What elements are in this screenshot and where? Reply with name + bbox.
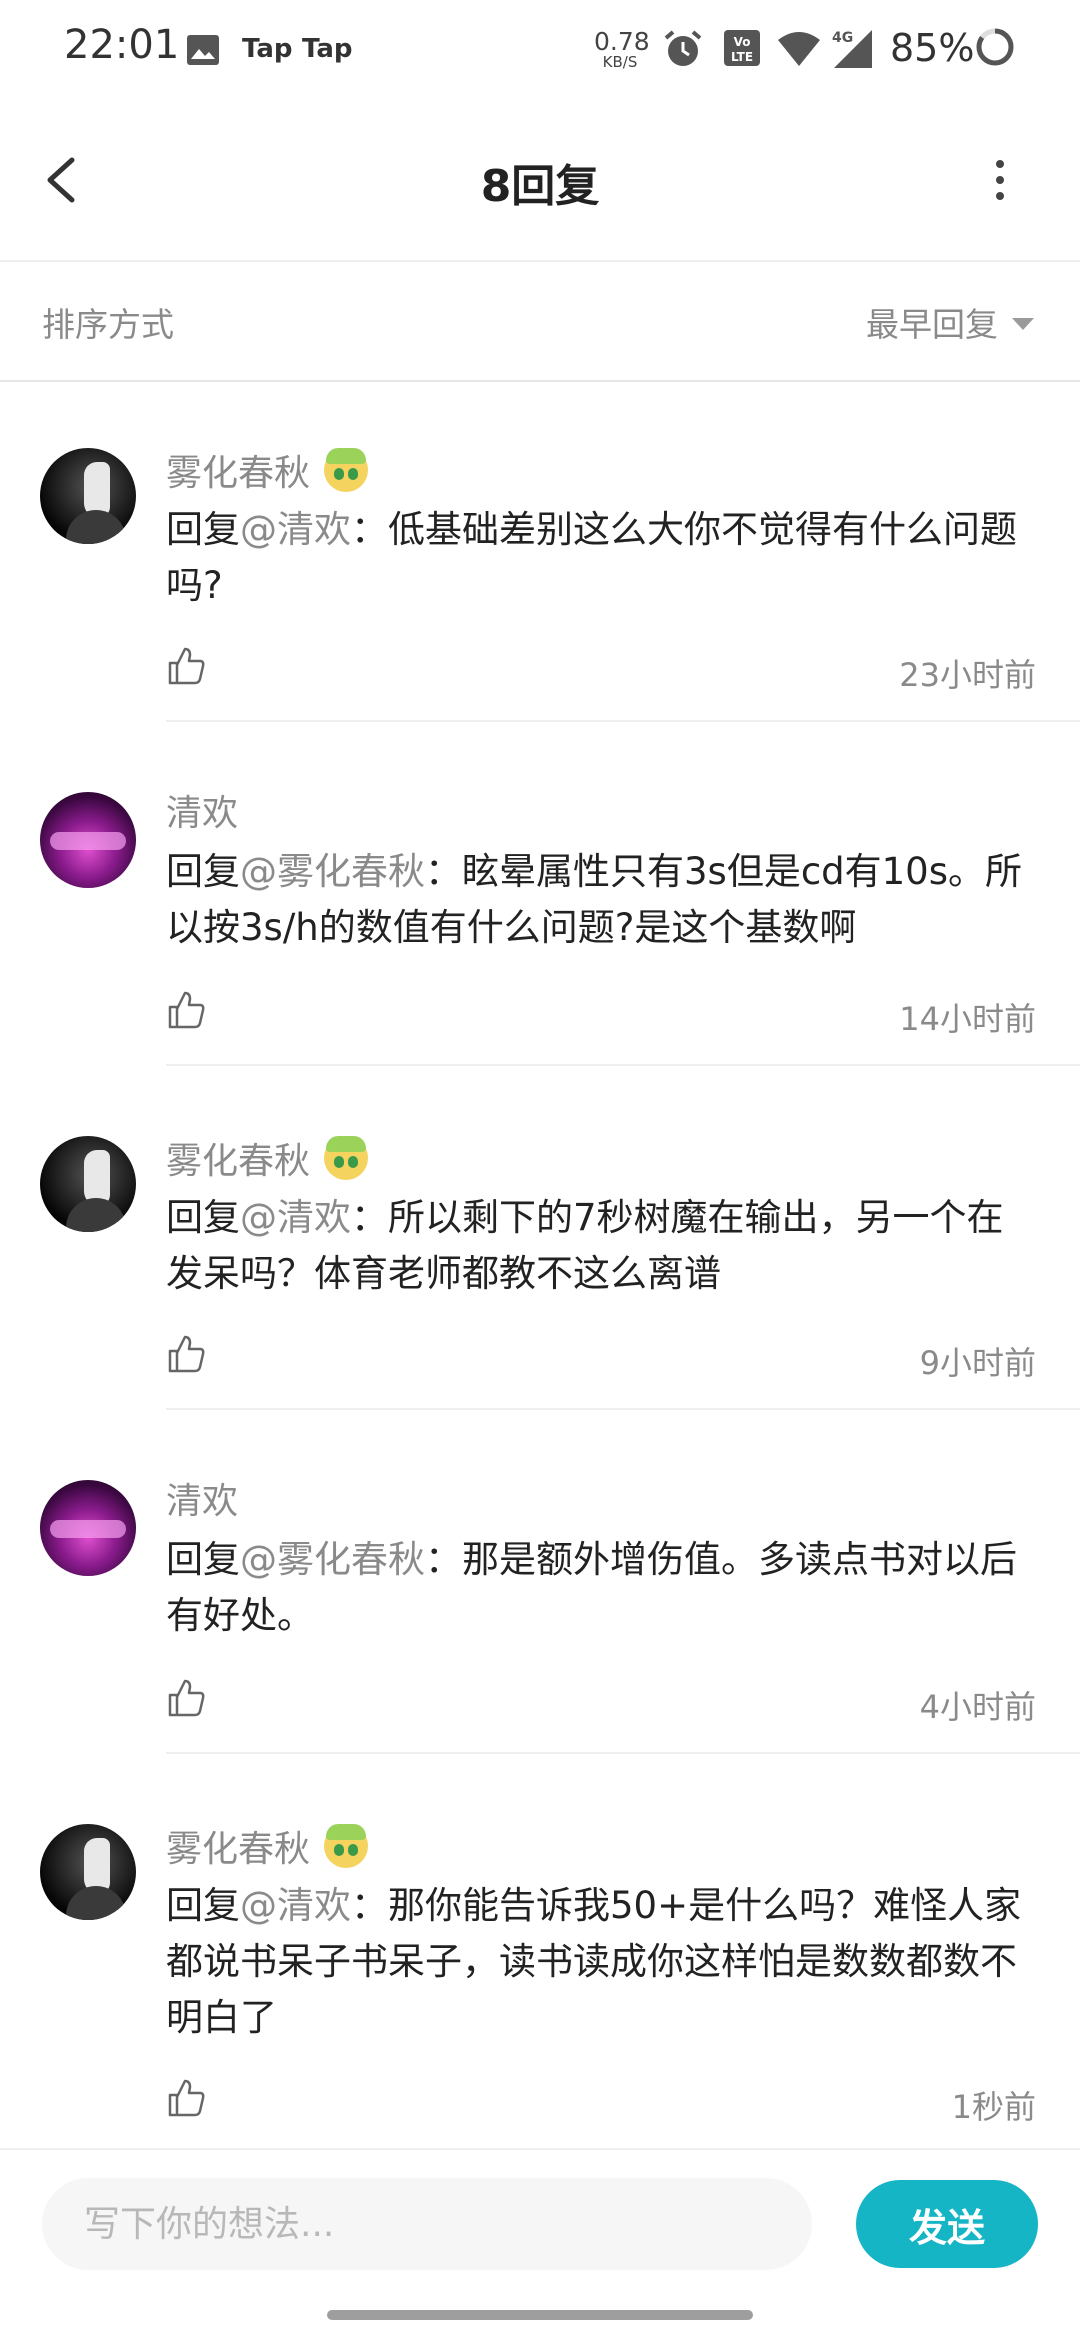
comment-composer: 发送 bbox=[0, 2148, 1080, 2300]
gallery-icon bbox=[187, 35, 219, 65]
sort-bar: 排序方式 最早回复 bbox=[0, 262, 1080, 382]
mention-link[interactable]: @雾化春秋 bbox=[240, 850, 425, 893]
mention-link[interactable]: @清欢 bbox=[240, 1196, 351, 1239]
sort-order-dropdown[interactable]: 最早回复 bbox=[866, 298, 1034, 346]
thumbs-up-icon[interactable] bbox=[166, 1334, 206, 1374]
home-indicator[interactable] bbox=[327, 2310, 753, 2320]
reply-text: 回复@雾化春秋：那是额外增伤值。多读点书对以后有好处。 bbox=[166, 1538, 1017, 1637]
user-badge-icon bbox=[324, 1824, 369, 1868]
taptap-notification-icon-2: Tap bbox=[302, 34, 353, 64]
alarm-icon bbox=[664, 30, 702, 66]
mention-link[interactable]: @清欢 bbox=[240, 1884, 351, 1927]
author-name[interactable]: 雾化春秋 bbox=[166, 1132, 369, 1184]
chevron-down-icon bbox=[1012, 318, 1034, 330]
divider bbox=[166, 1064, 1080, 1066]
sort-label: 排序方式 bbox=[42, 305, 174, 344]
thumbs-up-icon[interactable] bbox=[166, 1678, 206, 1718]
svg-text:LTE: LTE bbox=[731, 50, 753, 64]
reply-text: 回复@雾化春秋：眩晕属性只有3s但是cd有10s。所以按3s/h的数值有什么问题… bbox=[166, 850, 1023, 949]
author-name[interactable]: 雾化春秋 bbox=[166, 1820, 369, 1872]
top-app-bar: 8回复 bbox=[0, 100, 1080, 262]
avatar[interactable] bbox=[40, 1480, 136, 1576]
reply-timestamp: 1秒前 bbox=[951, 2088, 1036, 2126]
avatar[interactable] bbox=[40, 1136, 136, 1232]
reply-timestamp: 9小时前 bbox=[919, 1344, 1036, 1382]
thumbs-up-icon[interactable] bbox=[166, 2078, 206, 2118]
divider bbox=[166, 1752, 1080, 1754]
reply-text: 回复@清欢：所以剩下的7秒树魔在输出，另一个在发呆吗？体育老师都教不这么离谱 bbox=[166, 1196, 1004, 1295]
mention-link[interactable]: @雾化春秋 bbox=[240, 1538, 425, 1581]
reply-text: 回复@清欢：低基础差别这么大你不觉得有什么问题吗? bbox=[166, 508, 1017, 607]
cellular-signal-icon: 4G bbox=[832, 30, 872, 68]
mention-link[interactable]: @清欢 bbox=[240, 508, 351, 551]
thumbs-up-icon[interactable] bbox=[166, 646, 206, 686]
reply-timestamp: 14小时前 bbox=[899, 1000, 1036, 1038]
send-button[interactable]: 发送 bbox=[856, 2180, 1038, 2268]
status-bar: 22:01 Tap Tap 0.78 KB/S Vo LTE 4G 85% bbox=[0, 0, 1080, 100]
author-name[interactable]: 清欢 bbox=[166, 784, 238, 836]
divider bbox=[166, 1408, 1080, 1410]
comment-input[interactable] bbox=[42, 2178, 812, 2270]
author-name[interactable]: 清欢 bbox=[166, 1472, 238, 1524]
battery-percent: 85% bbox=[890, 26, 975, 70]
more-vertical-icon[interactable] bbox=[985, 156, 1015, 204]
avatar[interactable] bbox=[40, 792, 136, 888]
avatar[interactable] bbox=[40, 448, 136, 544]
svg-text:4G: 4G bbox=[832, 30, 853, 46]
network-speed: 0.78 KB/S bbox=[594, 27, 650, 71]
thumbs-up-icon[interactable] bbox=[166, 990, 206, 1030]
reply-timestamp: 4小时前 bbox=[919, 1688, 1036, 1726]
page-title: 8回复 bbox=[480, 161, 600, 212]
author-name[interactable]: 雾化春秋 bbox=[166, 444, 369, 496]
reply-text: 回复@清欢：那你能告诉我50+是什么吗？难怪人家都说书呆子书呆子，读书读成你这样… bbox=[166, 1884, 1022, 2039]
user-badge-icon bbox=[324, 448, 369, 492]
volte-icon: Vo LTE bbox=[724, 30, 760, 66]
user-badge-icon bbox=[324, 1136, 369, 1180]
status-time: 22:01 bbox=[64, 22, 180, 68]
divider bbox=[166, 720, 1080, 722]
wifi-icon bbox=[778, 32, 820, 66]
reply-timestamp: 23小时前 bbox=[899, 656, 1036, 694]
avatar[interactable] bbox=[40, 1824, 136, 1920]
battery-ring-icon bbox=[976, 28, 1014, 66]
taptap-notification-icon: Tap bbox=[242, 34, 293, 64]
sort-selected-value: 最早回复 bbox=[866, 305, 998, 344]
svg-text:Vo: Vo bbox=[734, 35, 751, 49]
